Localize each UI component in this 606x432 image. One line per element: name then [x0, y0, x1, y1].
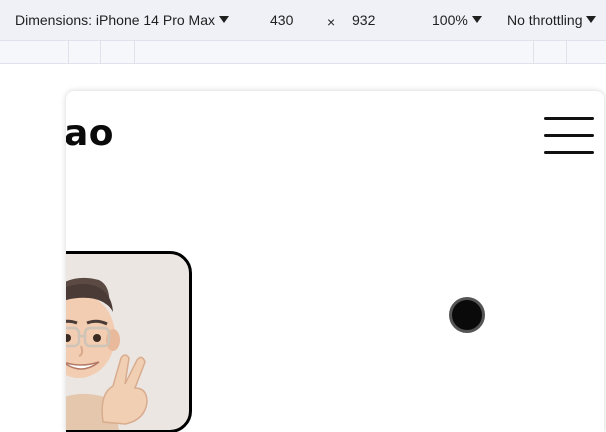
- site-brand[interactable]: ao: [66, 113, 114, 154]
- viewport-height-input[interactable]: 932: [352, 11, 375, 29]
- ruler-tick: [533, 41, 534, 65]
- throttling-label: No throttling: [507, 12, 583, 28]
- devtools-device-toolbar: Dimensions: iPhone 14 Pro Max 430 × 932 …: [0, 0, 606, 40]
- avatar-card: [66, 251, 192, 432]
- ruler-tick: [134, 41, 135, 65]
- menu-line: [544, 134, 594, 137]
- memoji-avatar: [66, 277, 148, 430]
- throttling-select[interactable]: No throttling: [507, 11, 597, 29]
- caret-down-icon: [219, 16, 229, 23]
- zoom-select[interactable]: 100%: [432, 11, 482, 29]
- ruler-tick: [68, 41, 69, 65]
- touch-cursor-dot: [449, 297, 485, 333]
- caret-down-icon: [586, 16, 597, 23]
- caret-down-icon: [471, 16, 482, 23]
- ruler-tick: [566, 41, 567, 65]
- viewport-width-input[interactable]: 430: [270, 11, 293, 29]
- menu-line: [544, 117, 594, 120]
- device-dimensions-label: Dimensions: iPhone 14 Pro Max: [15, 12, 215, 28]
- media-query-ruler: [0, 40, 606, 65]
- device-dimensions-select[interactable]: Dimensions: iPhone 14 Pro Max: [15, 11, 229, 29]
- zoom-label: 100%: [432, 12, 468, 28]
- device-viewport: ao: [66, 91, 604, 432]
- menu-line: [544, 151, 594, 154]
- hamburger-menu-icon[interactable]: [543, 117, 595, 157]
- dimension-separator: ×: [327, 14, 336, 30]
- ruler-tick: [100, 41, 101, 65]
